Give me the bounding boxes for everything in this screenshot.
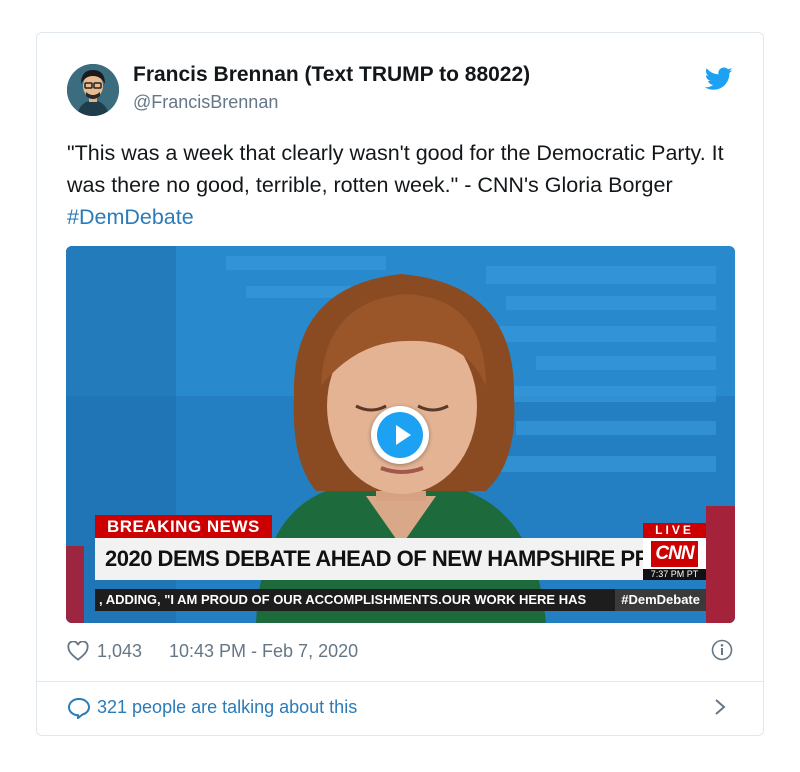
like-count[interactable]: 1,043 <box>97 641 142 662</box>
info-icon[interactable] <box>711 639 733 661</box>
video-thumbnail[interactable]: BREAKING NEWS 2020 DEMS DEBATE AHEAD OF … <box>66 246 735 623</box>
tweet-body: "This was a week that clearly wasn't goo… <box>67 141 724 197</box>
news-lower-third: BREAKING NEWS 2020 DEMS DEBATE AHEAD OF … <box>66 513 735 623</box>
ticker-hashtag: #DemDebate <box>615 589 706 611</box>
play-button[interactable] <box>371 406 429 464</box>
news-headline: 2020 DEMS DEBATE AHEAD OF NEW HAMPSHIRE … <box>95 538 643 580</box>
hashtag-link[interactable]: #DemDebate <box>67 205 194 229</box>
twitter-bird-icon[interactable] <box>704 67 733 91</box>
play-icon <box>377 412 423 458</box>
news-ticker: , ADDING, "I AM PROUD OF OUR ACCOMPLISHM… <box>95 589 706 611</box>
breaking-news-label: BREAKING NEWS <box>95 515 272 538</box>
live-badge: LIVE <box>643 523 706 538</box>
ticker-text: , ADDING, "I AM PROUD OF OUR ACCOMPLISHM… <box>99 592 587 607</box>
tweet-timestamp[interactable]: 10:43 PM - Feb 7, 2020 <box>169 641 358 662</box>
divider <box>37 681 763 682</box>
tweet-text: "This was a week that clearly wasn't goo… <box>67 137 737 233</box>
tweet-embed-card: Francis Brennan (Text TRUMP to 88022) @F… <box>36 32 764 736</box>
comment-bubble-icon <box>67 697 91 719</box>
avatar[interactable] <box>67 64 119 116</box>
author-handle[interactable]: @FrancisBrennan <box>133 92 278 113</box>
network-bug: CNN 7:37 PM PT <box>643 538 706 580</box>
chevron-right-icon[interactable] <box>713 697 727 717</box>
conversation-label: 321 people are talking about this <box>97 697 358 717</box>
broadcast-clock: 7:37 PM PT <box>643 569 706 580</box>
author-name[interactable]: Francis Brennan (Text TRUMP to 88022) <box>133 63 530 87</box>
cnn-logo: CNN <box>651 541 698 567</box>
heart-icon[interactable] <box>67 641 89 661</box>
